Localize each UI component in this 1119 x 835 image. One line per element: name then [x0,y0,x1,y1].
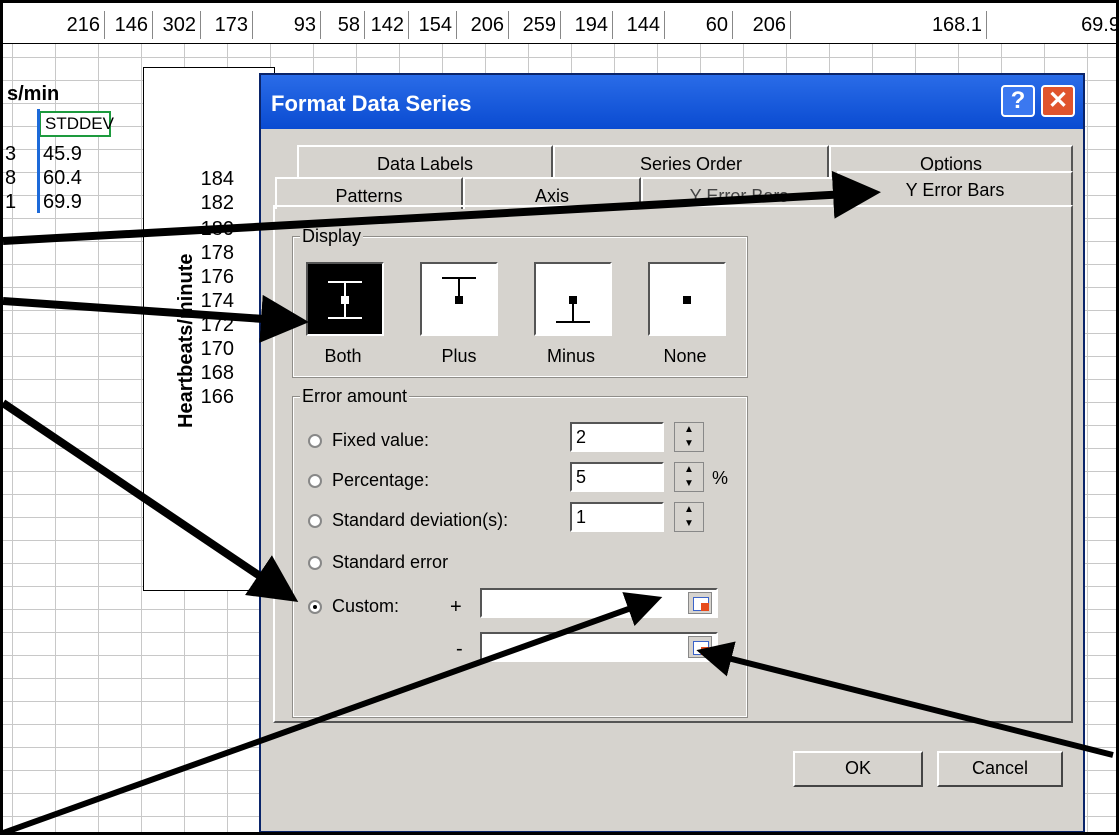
y-tick: 172 [200,314,234,336]
display-minus-button[interactable] [534,262,612,336]
fixed-value-input[interactable]: 2 [570,422,664,452]
percentage-label: Percentage: [332,470,430,490]
display-plus-button[interactable] [420,262,498,336]
display-minus-label: Minus [546,346,595,366]
stddev-radio[interactable] [308,514,322,529]
tab-panel-y-error-bars: Display Both Plus Minus None Error amoun… [273,205,1073,723]
y-tick: 174 [200,290,234,312]
fixed-value-label: Fixed value: [332,430,430,450]
ok-button[interactable]: OK [793,751,923,787]
error-bar-both-icon [328,281,362,319]
percentage-spinner[interactable]: ▲ ▼ [674,462,704,492]
cell-stddev[interactable]: 69.9 [43,191,82,214]
y-tick: 182 [200,192,234,214]
cell-stddev[interactable]: 60.4 [43,167,82,190]
cell[interactable]: 93 [253,11,321,39]
display-plus-label: Plus [441,346,477,366]
y-tick: 178 [200,242,234,264]
tab-series-order[interactable]: Series Order [553,145,829,179]
fixed-value-radio[interactable] [308,434,322,449]
stderr-label: Standard error [332,552,449,572]
cell[interactable]: 206 [733,11,791,39]
display-both-label: Both [324,346,362,366]
cell[interactable]: 259 [509,11,561,39]
chart-y-axis-label: Heartbeats/minute [175,253,197,429]
range-selection-bar [37,109,40,213]
tab-data-labels[interactable]: Data Labels [297,145,553,179]
display-group-title: Display [300,226,364,247]
error-amount-title: Error amount [300,386,410,407]
display-both-button[interactable] [306,262,384,336]
y-tick: 168 [200,362,234,384]
stddev-header[interactable]: STDDEV [39,111,114,137]
fixed-value-option[interactable]: Fixed value: [308,430,429,451]
stddev-label: Standard deviation(s): [332,510,509,530]
cancel-button[interactable]: Cancel [937,751,1063,787]
chart-area[interactable]: 184 182 180 178 176 174 172 170 168 166 [143,67,275,591]
stddev-option[interactable]: Standard deviation(s): [308,510,508,531]
stderr-option[interactable]: Standard error [308,552,448,573]
collapse-dialog-minus-icon[interactable] [688,636,712,658]
y-tick: 184 [200,168,234,190]
cell[interactable]: 154 [409,11,457,39]
cell-stddev[interactable]: 45.9 [43,143,82,166]
percentage-option[interactable]: Percentage: [308,470,429,491]
plus-sign: + [450,596,462,618]
collapse-dialog-plus-icon[interactable] [688,592,712,614]
cell[interactable]: 216 [33,11,105,39]
dialog-title: Format Data Series [271,91,472,116]
percentage-input[interactable]: 5 [570,462,664,492]
display-none-button[interactable] [648,262,726,336]
stddev-input[interactable]: 1 [570,502,664,532]
display-none-label: None [663,346,707,366]
fixed-value-spinner[interactable]: ▲ ▼ [674,422,704,452]
cell[interactable]: 168.1 [791,11,987,39]
cell-left[interactable]: 8 [5,167,16,190]
cell[interactable]: 302 [153,11,201,39]
custom-label: Custom: [332,596,400,616]
y-tick: 170 [200,338,234,360]
dialog-titlebar[interactable]: Format Data Series ? ✕ [261,75,1083,129]
stderr-radio[interactable] [308,556,322,571]
format-data-series-dialog: Format Data Series ? ✕ Data Labels Serie… [259,73,1085,832]
error-bar-none-icon [683,296,691,304]
close-button[interactable]: ✕ [1041,85,1075,117]
cell[interactable]: 60 [665,11,733,39]
cell[interactable]: 69.9 [987,11,1116,39]
custom-minus-input[interactable] [480,632,718,662]
screenshot-frame: 216 146 302 173 93 58 142 154 206 259 19… [0,0,1119,835]
y-tick: 180 [200,218,234,240]
y-tick: 176 [200,266,234,288]
cell-left[interactable]: 3 [5,143,16,166]
percentage-radio[interactable] [308,474,322,489]
cell[interactable]: 146 [105,11,153,39]
stddev-spinner[interactable]: ▲ ▼ [674,502,704,532]
cell[interactable]: 58 [321,11,365,39]
custom-option[interactable]: Custom: [308,596,399,617]
cell[interactable]: 206 [457,11,509,39]
cell[interactable]: 194 [561,11,613,39]
error-bar-plus-icon [442,277,476,304]
cell-left[interactable]: 1 [5,191,16,214]
y-tick: 166 [200,386,234,408]
percent-sign: % [712,468,729,488]
cell[interactable]: 142 [365,11,409,39]
custom-radio[interactable] [308,600,322,615]
error-bar-minus-icon [556,296,590,323]
display-group: Display Both Plus Minus None [292,226,748,378]
header-partial: s/min [7,83,60,105]
custom-plus-input[interactable] [480,588,718,618]
help-button[interactable]: ? [1001,85,1035,117]
cell[interactable]: 144 [613,11,665,39]
minus-sign: - [456,638,463,660]
error-amount-group: Error amount Fixed value: 2 ▲ ▼ Percentag… [292,386,748,718]
spreadsheet-top-row: 216 146 302 173 93 58 142 154 206 259 19… [3,3,1116,44]
cell[interactable]: 173 [201,11,253,39]
